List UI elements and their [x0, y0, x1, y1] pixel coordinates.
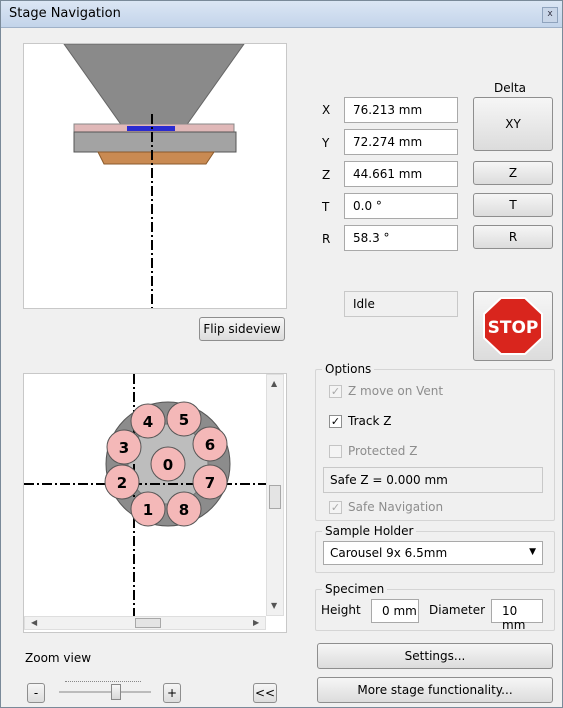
sample-holder-title: Sample Holder [322, 524, 417, 538]
vertical-scroll-thumb[interactable] [269, 485, 281, 509]
svg-text:6: 6 [205, 436, 215, 454]
top-view-panel: 0 1 2 3 4 5 6 7 8 ▲ ▼ ◀ ▶ [23, 373, 287, 633]
sample-holder-value: Carousel 9x 6.5mm [330, 546, 448, 560]
z-move-on-vent-label: Z move on Vent [348, 384, 444, 398]
scroll-left-arrow-icon[interactable]: ◀ [31, 618, 37, 627]
diameter-field[interactable]: 10 mm [491, 599, 543, 632]
zoom-slider[interactable] [59, 681, 151, 701]
more-stage-functionality-button[interactable]: More stage functionality... [317, 677, 553, 703]
height-label: Height [321, 603, 361, 617]
svg-text:1: 1 [143, 501, 153, 519]
close-icon[interactable]: x [542, 7, 558, 23]
coord-label-x: X [322, 103, 331, 117]
collapse-button[interactable]: << [253, 683, 277, 703]
svg-text:5: 5 [179, 411, 189, 429]
safe-navigation-checkbox[interactable]: ✓ [329, 501, 342, 514]
stage-navigation-window: Stage Navigation x Flip sideview 0 1 2 3 [0, 0, 563, 708]
delta-z-button[interactable]: Z [473, 161, 553, 185]
slot-8[interactable]: 8 [166, 491, 202, 527]
coord-label-z: Z [322, 168, 331, 182]
horizontal-scrollbar[interactable]: ◀ ▶ [24, 616, 266, 630]
specimen-title: Specimen [322, 582, 388, 596]
stop-label: STOP [488, 318, 539, 338]
side-view-panel [23, 43, 287, 309]
horizontal-scroll-thumb[interactable] [135, 618, 161, 628]
coord-label-y: Y [322, 136, 330, 150]
stage-base [97, 151, 215, 165]
diameter-label: Diameter [429, 603, 486, 617]
scroll-down-arrow-icon[interactable]: ▼ [271, 601, 277, 610]
zoom-slider-ticks [65, 681, 141, 686]
coord-field-z[interactable]: 44.661 mm [344, 161, 458, 187]
window-title: Stage Navigation [9, 6, 121, 21]
stage-top-view: 0 1 2 3 4 5 6 7 8 [24, 374, 266, 616]
coord-field-r[interactable]: 58.3 ° [344, 225, 458, 251]
coord-label-t: T [322, 200, 330, 214]
zoom-in-button[interactable]: + [163, 683, 181, 703]
track-z-label: Track Z [348, 414, 392, 428]
protected-z-label: Protected Z [348, 444, 418, 458]
coord-field-x[interactable]: 76.213 mm [344, 97, 458, 123]
svg-text:7: 7 [205, 474, 215, 492]
svg-text:8: 8 [179, 501, 189, 519]
slot-1[interactable]: 1 [130, 491, 166, 527]
zoom-out-button[interactable]: - [27, 683, 45, 703]
slot-3[interactable]: 3 [106, 429, 142, 465]
options-title: Options [322, 362, 375, 376]
slot-5[interactable]: 5 [166, 401, 202, 437]
svg-text:0: 0 [163, 456, 173, 474]
track-z-checkbox[interactable]: ✓ [329, 415, 342, 428]
safe-navigation-label: Safe Navigation [348, 500, 444, 514]
svg-text:2: 2 [117, 474, 127, 492]
z-move-on-vent-checkbox[interactable]: ✓ [329, 385, 342, 398]
delta-header: Delta [494, 81, 527, 95]
vertical-scrollbar[interactable]: ▲ ▼ [266, 374, 284, 616]
svg-text:4: 4 [143, 413, 153, 431]
zoom-slider-thumb[interactable] [111, 684, 121, 700]
delta-r-button[interactable]: R [473, 225, 553, 249]
height-field[interactable]: 0 mm [371, 599, 419, 623]
slot-2[interactable]: 2 [104, 464, 140, 500]
stage-side-view [63, 43, 245, 308]
stage-carousel [73, 131, 237, 153]
coord-field-y[interactable]: 72.274 mm [344, 129, 458, 155]
svg-text:3: 3 [119, 439, 129, 457]
status-field: Idle [344, 291, 458, 317]
slot-0[interactable]: 0 [150, 446, 186, 482]
chevron-down-icon[interactable]: ▼ [529, 547, 536, 557]
scroll-right-arrow-icon[interactable]: ▶ [253, 618, 259, 627]
flip-sideview-button[interactable]: Flip sideview [199, 317, 285, 341]
slot-7[interactable]: 7 [192, 464, 228, 500]
delta-t-button[interactable]: T [473, 193, 553, 217]
coord-label-r: R [322, 232, 331, 246]
stop-button[interactable]: STOP [473, 291, 553, 361]
sample-holder-select[interactable]: Carousel 9x 6.5mm ▼ [323, 541, 543, 565]
title-bar: Stage Navigation x [1, 1, 562, 28]
protected-z-checkbox[interactable] [329, 445, 342, 458]
coord-field-t[interactable]: 0.0 ° [344, 193, 458, 219]
delta-xy-button[interactable]: XY [473, 97, 553, 151]
scroll-up-arrow-icon[interactable]: ▲ [271, 379, 277, 388]
slot-4[interactable]: 4 [130, 403, 166, 439]
stop-sign-icon: STOP [483, 297, 543, 355]
zoom-view-label: Zoom view [25, 651, 92, 665]
slot-6[interactable]: 6 [192, 426, 228, 462]
safe-z-field: Safe Z = 0.000 mm [323, 467, 543, 493]
settings-button[interactable]: Settings... [317, 643, 553, 669]
zoom-slider-track [59, 691, 151, 693]
